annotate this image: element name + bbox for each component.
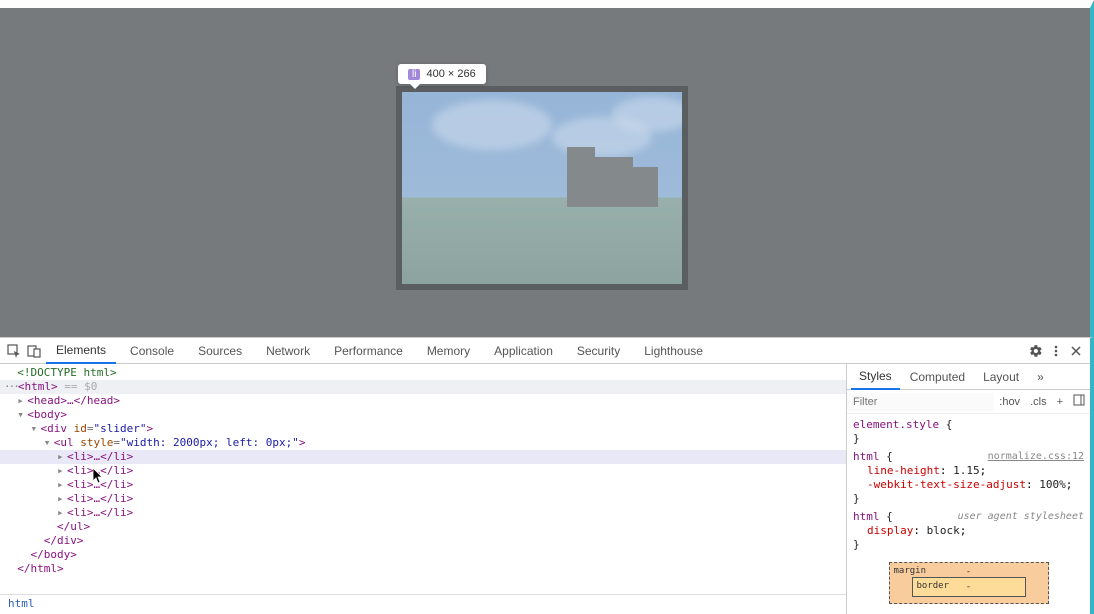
styles-tabs: Styles Computed Layout » [847,364,1090,390]
dom-line[interactable]: ▾<div id="slider"> [0,422,846,436]
gear-icon[interactable] [1028,343,1044,359]
kebab-menu-icon[interactable] [1048,343,1064,359]
styles-filter-bar: :hov .cls + [847,390,1090,414]
dom-line[interactable]: </div> [0,534,846,548]
tab-security[interactable]: Security [567,339,630,363]
slider-preview[interactable] [396,86,688,290]
styles-rules[interactable]: element.style { } html {normalize.css:12… [847,414,1090,614]
dom-line[interactable]: ···<html> == $0 [0,380,846,394]
devtools-tabs: Elements Console Sources Network Perform… [0,338,1090,364]
tab-application[interactable]: Application [484,339,563,363]
css-rule[interactable]: element.style { } [853,418,1084,446]
tab-sources[interactable]: Sources [188,339,252,363]
inspect-tooltip: li 400 × 266 [398,64,486,84]
box-model[interactable]: margin - border - [853,556,1084,610]
dom-line-selected[interactable]: ▸<li>…</li> [0,450,846,464]
dom-line[interactable]: <!DOCTYPE html> [0,366,846,380]
tooltip-dimensions: 400 × 266 [426,68,475,80]
breadcrumb[interactable]: html [0,594,846,614]
cls-toggle[interactable]: .cls [1025,396,1052,408]
dom-line[interactable]: ▸<li>…</li> [0,478,846,492]
dom-pane: <!DOCTYPE html> ···<html> == $0 ▸<head>…… [0,364,846,614]
dom-line[interactable]: ▾<ul style="width: 2000px; left: 0px;"> [0,436,846,450]
page-viewport: li 400 × 266 [0,0,1094,337]
tab-memory[interactable]: Memory [417,339,480,363]
styles-filter-input[interactable] [847,393,994,411]
tab-console[interactable]: Console [120,339,184,363]
source-link[interactable]: normalize.css:12 [988,450,1084,464]
slider-image [402,92,682,284]
dom-line[interactable]: </html> [0,562,846,576]
tab-lighthouse[interactable]: Lighthouse [634,339,713,363]
tab-performance[interactable]: Performance [324,339,413,363]
device-toolbar-icon[interactable] [26,343,42,359]
tab-elements[interactable]: Elements [46,338,116,364]
hov-toggle[interactable]: :hov [994,396,1025,408]
css-rule[interactable]: html {user agent stylesheet display: blo… [853,510,1084,552]
dom-line[interactable]: </ul> [0,520,846,534]
tooltip-tag: li [408,69,420,80]
tab-layout[interactable]: Layout [975,365,1027,389]
dom-line[interactable]: ▸<head>…</head> [0,394,846,408]
css-rule[interactable]: html {normalize.css:12 line-height: 1.15… [853,450,1084,506]
dom-line[interactable]: </body> [0,548,846,562]
dom-line[interactable]: ▸<li>…</li> [0,464,846,478]
dom-tree[interactable]: <!DOCTYPE html> ···<html> == $0 ▸<head>…… [0,364,846,594]
new-rule-icon[interactable]: + [1052,396,1068,408]
styles-pane: Styles Computed Layout » :hov .cls + ele… [846,364,1090,614]
tab-computed[interactable]: Computed [902,365,973,389]
tab-styles[interactable]: Styles [851,364,900,390]
inspect-element-icon[interactable] [6,343,22,359]
dom-line[interactable]: ▾<body> [0,408,846,422]
dom-line[interactable]: ▸<li>…</li> [0,492,846,506]
styles-sidebar-icon[interactable] [1068,394,1090,409]
source-ua: user agent stylesheet [958,510,1084,524]
close-icon[interactable] [1068,343,1084,359]
dom-line[interactable]: ▸<li>…</li> [0,506,846,520]
devtools-panel: Elements Console Sources Network Perform… [0,337,1094,614]
tab-more-icon[interactable]: » [1029,365,1052,389]
tab-network[interactable]: Network [256,339,320,363]
inspect-highlight-overlay [402,92,682,284]
